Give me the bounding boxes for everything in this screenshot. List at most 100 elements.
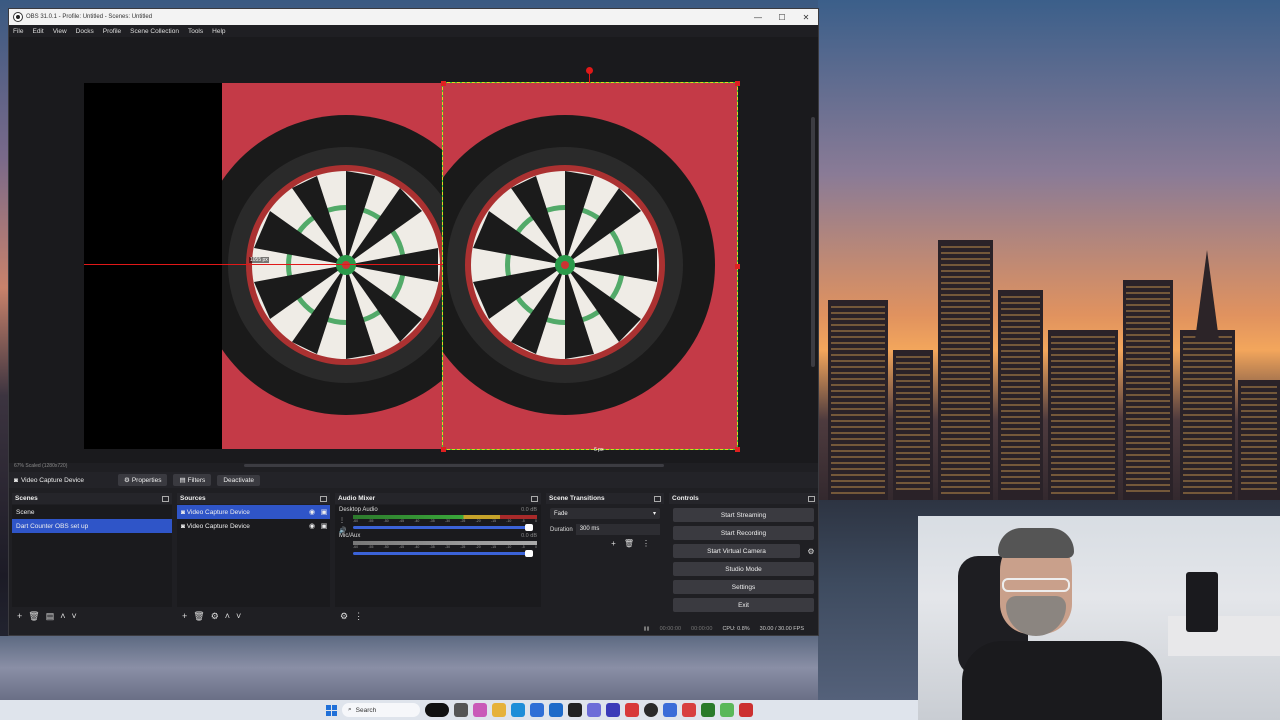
undock-icon[interactable] <box>320 495 327 502</box>
teams-icon[interactable] <box>530 703 544 717</box>
resize-handle[interactable] <box>441 447 446 452</box>
resize-handle[interactable] <box>735 81 740 86</box>
scene-item-selected[interactable]: Dart Counter OBS set up <box>12 519 172 533</box>
speaker-icon[interactable]: 🔊 <box>339 527 346 534</box>
mixer-menu-icon[interactable]: ⋮ <box>354 611 363 622</box>
app-icon[interactable] <box>587 703 601 717</box>
taskbar-search[interactable]: ⌕ Search <box>342 703 420 717</box>
outlook-icon[interactable] <box>549 703 563 717</box>
eye-icon[interactable]: ◉ <box>306 508 318 516</box>
menu-view[interactable]: View <box>53 28 67 35</box>
minimize-button[interactable]: — <box>746 13 770 22</box>
resize-handle[interactable] <box>441 81 446 86</box>
move-up-icon[interactable]: ˄ <box>225 611 230 621</box>
obs-taskbar-icon[interactable] <box>644 703 658 717</box>
menu-docks[interactable]: Docks <box>76 28 94 35</box>
move-up-icon[interactable]: ˄ <box>60 611 65 621</box>
channel-menu-icon[interactable]: ⋮ <box>339 517 345 524</box>
menu-profile[interactable]: Profile <box>103 28 121 35</box>
video-capture-source-right-selected[interactable] <box>442 82 738 450</box>
preview-vertical-scrollbar[interactable] <box>811 117 815 367</box>
building <box>1238 380 1280 500</box>
duration-input[interactable]: 300 ms <box>575 524 660 535</box>
trash-icon[interactable]: 🗑 <box>624 539 634 548</box>
obs-window: OBS 31.0.1 - Profile: Untitled - Scenes:… <box>8 8 819 636</box>
menu-file[interactable]: File <box>13 28 23 35</box>
sources-dock: Sources ◙ Video Capture Device ◉ ▣ ◙ Vid… <box>177 493 330 623</box>
video-capture-source-left[interactable] <box>222 83 443 449</box>
eye-icon[interactable]: ◉ <box>306 522 318 530</box>
scale-tick: -35 <box>429 545 435 549</box>
filter-icon[interactable]: ▤ <box>46 611 55 622</box>
edge-icon[interactable] <box>511 703 525 717</box>
title-bar[interactable]: OBS 31.0.1 - Profile: Untitled - Scenes:… <box>9 9 818 25</box>
volume-slider-knob[interactable] <box>525 550 533 557</box>
scale-tick: -45 <box>398 545 405 549</box>
filter-icon: ▤ <box>179 477 186 484</box>
app-icon[interactable] <box>625 703 639 717</box>
lock-icon[interactable]: ▣ <box>318 522 330 530</box>
app-icon[interactable] <box>701 703 715 717</box>
app-icon[interactable] <box>663 703 677 717</box>
properties-button[interactable]: ⚙ Properties <box>118 474 168 486</box>
maximize-button[interactable]: ☐ <box>770 13 794 22</box>
scale-tick: -15 <box>490 519 497 523</box>
copilot-icon[interactable] <box>473 703 487 717</box>
start-virtual-camera-button[interactable]: Start Virtual Camera <box>673 544 800 558</box>
app-icon[interactable] <box>739 703 753 717</box>
resize-handle[interactable] <box>735 447 740 452</box>
menu-scene-collection[interactable]: Scene Collection <box>130 28 179 35</box>
start-streaming-button[interactable]: Start Streaming <box>673 508 814 522</box>
volume-slider[interactable] <box>353 524 533 531</box>
volume-slider[interactable] <box>353 550 533 557</box>
move-down-icon[interactable]: ˅ <box>236 611 241 621</box>
scale-tick: -30 <box>444 545 451 549</box>
app-icon[interactable] <box>682 703 696 717</box>
undock-icon[interactable] <box>531 495 538 502</box>
close-button[interactable]: ✕ <box>794 13 818 22</box>
gear-icon[interactable]: ⚙ <box>804 547 818 556</box>
lock-icon[interactable]: ▣ <box>318 508 330 516</box>
menu-edit[interactable]: Edit <box>32 28 43 35</box>
sources-list: ◙ Video Capture Device ◉ ▣ ◙ Video Captu… <box>177 505 330 607</box>
gear-icon[interactable]: ⚙ <box>211 611 219 622</box>
zoom-status[interactable]: 67% Scaled (1280x720) <box>14 463 67 469</box>
rotation-handle[interactable] <box>586 67 593 74</box>
preview-horizontal-scrollbar[interactable] <box>244 464 664 467</box>
app-icon[interactable] <box>720 703 734 717</box>
advanced-audio-icon[interactable]: ⚙ <box>340 611 348 622</box>
trash-icon[interactable]: 🗑 <box>28 611 39 622</box>
plus-icon[interactable]: + <box>17 611 22 621</box>
volume-slider-knob[interactable] <box>525 524 533 531</box>
transition-menu-icon[interactable]: ⋮ <box>642 539 650 548</box>
source-item-selected[interactable]: ◙ Video Capture Device ◉ ▣ <box>177 505 330 519</box>
widget-pill-icon[interactable] <box>425 703 449 717</box>
controls-header: Controls <box>669 493 818 504</box>
deactivate-button[interactable]: Deactivate <box>217 474 261 486</box>
preview-canvas[interactable]: 1055 px 6 px <box>9 37 818 463</box>
undock-icon[interactable] <box>162 495 169 502</box>
exit-button[interactable]: Exit <box>673 598 814 612</box>
task-view-icon[interactable] <box>454 703 468 717</box>
source-item[interactable]: ◙ Video Capture Device ◉ ▣ <box>177 519 330 533</box>
resize-handle[interactable] <box>735 264 740 269</box>
plus-icon[interactable]: + <box>611 539 616 548</box>
trash-icon[interactable]: 🗑 <box>193 611 204 622</box>
move-down-icon[interactable]: ˅ <box>71 611 76 621</box>
app-icon[interactable] <box>568 703 582 717</box>
settings-button[interactable]: Settings <box>673 580 814 594</box>
scenes-dock-header: Scenes <box>12 493 172 504</box>
filters-button[interactable]: ▤ Filters <box>173 474 212 486</box>
start-recording-button[interactable]: Start Recording <box>673 526 814 540</box>
windows-start-icon[interactable] <box>326 704 337 716</box>
undock-icon[interactable] <box>808 495 815 502</box>
menu-help[interactable]: Help <box>212 28 225 35</box>
transition-select[interactable]: Fade ▾ <box>550 508 660 519</box>
undock-icon[interactable] <box>654 495 661 502</box>
scene-item[interactable]: Scene <box>12 505 172 519</box>
plus-icon[interactable]: + <box>182 611 187 621</box>
studio-mode-button[interactable]: Studio Mode <box>673 562 814 576</box>
file-explorer-icon[interactable] <box>492 703 506 717</box>
app-icon[interactable] <box>606 703 620 717</box>
menu-tools[interactable]: Tools <box>188 28 203 35</box>
